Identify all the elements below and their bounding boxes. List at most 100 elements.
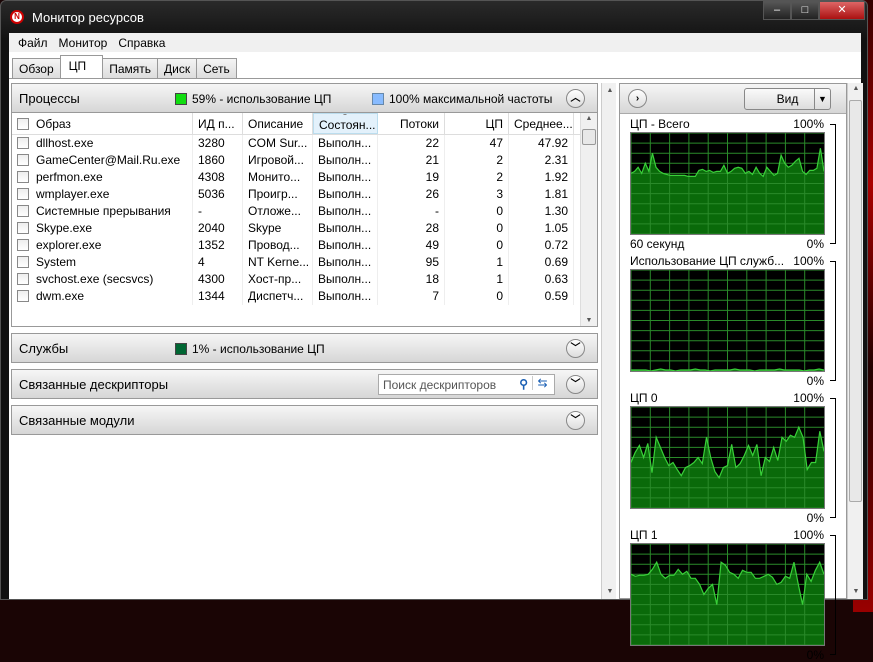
cell-image: System [12,254,193,271]
table-row[interactable]: perfmon.exe 4308 Монито... Выполн... 19 2 1.92 [12,169,597,186]
cell-cpu: 2 [445,152,509,169]
cell-image: dwm.exe [12,288,193,305]
table-row[interactable]: GameCenter@Mail.Ru.exe 1860 Игровой... Выпо… [12,152,597,169]
cell-description: Диспетч... [243,288,313,305]
cell-threads: 18 [378,271,445,288]
menu-bar: Файл Монитор Справка [9,33,861,52]
cell-average-cpu: 47.92 [509,135,574,152]
services-cpu-usage: 1% - использование ЦП [192,342,325,356]
services-section-header[interactable]: Службы 1% - использование ЦП ﹀ [11,333,598,363]
cell-pid: 1860 [193,152,243,169]
graph-bracket [830,535,836,655]
cell-pid: 1352 [193,237,243,254]
max-frequency-legend-icon [372,93,384,105]
toggle-graphs-button[interactable]: › [628,89,647,108]
tab-disk[interactable]: Диск [156,58,198,78]
column-cpu[interactable]: ЦП [445,113,509,134]
expand-handles-button[interactable]: ﹀ [566,375,585,394]
handles-section-header[interactable]: Связанные дескрипторы Поиск дескрипторов… [11,369,598,399]
menu-monitor[interactable]: Монитор [54,33,114,52]
cell-image: explorer.exe [12,237,193,254]
column-image[interactable]: Образ [12,113,193,134]
search-icon[interactable]: ⚲ [519,377,528,391]
left-pane-scrollbar[interactable]: ▲ ▼ [601,83,616,599]
view-dropdown[interactable]: Вид ▼ [744,88,831,110]
cell-description: Провод... [243,237,313,254]
menu-file[interactable]: Файл [13,33,54,52]
cell-description: Монито... [243,169,313,186]
processes-section-header[interactable]: Процессы 59% - использование ЦП 100% мак… [11,83,598,113]
tab-network[interactable]: Сеть [196,58,237,78]
table-row[interactable]: System 4 NT Kerne... Выполн... 95 1 0.69 [12,254,597,271]
tab-overview[interactable]: Обзор [12,58,61,78]
processes-title: Процессы [19,91,80,106]
close-button[interactable]: ✕ [819,1,865,20]
column-status[interactable]: Состоян... [313,113,378,134]
cell-cpu: 0 [445,220,509,237]
graphs-scrollbar[interactable]: ▲ ▼ [847,83,863,599]
collapse-processes-button[interactable]: ︿ [566,89,585,108]
modules-section-header[interactable]: Связанные модули ﹀ [11,405,598,435]
tab-memory[interactable]: Память [102,58,158,78]
row-checkbox[interactable] [17,137,29,149]
cell-cpu: 1 [445,271,509,288]
graph-plot [630,269,825,372]
maximize-button[interactable]: □ [791,1,819,20]
table-row[interactable]: explorer.exe 1352 Провод... Выполн... 49 0 0.7… [12,237,597,254]
table-row[interactable]: dllhost.exe 3280 COM Sur... Выполн... 22 47 47… [12,135,597,152]
cell-average-cpu: 0.72 [509,237,574,254]
table-row[interactable]: Системные прерывания - Отложе... Выполн... -… [12,203,597,220]
row-checkbox[interactable] [17,188,29,200]
refresh-icon[interactable]: ⇆ [532,376,552,390]
table-row[interactable]: dwm.exe 1344 Диспетч... Выполн... 7 0 0.59 [12,288,597,305]
column-average-cpu[interactable]: Среднее... [509,113,574,134]
expand-services-button[interactable]: ﹀ [566,339,585,358]
tab-cpu[interactable]: ЦП [59,55,104,78]
cell-pid: 5036 [193,186,243,203]
services-title: Службы [19,341,69,356]
cell-threads: 28 [378,220,445,237]
row-checkbox[interactable] [17,222,29,234]
row-checkbox[interactable] [17,154,29,166]
expand-modules-button[interactable]: ﹀ [566,411,585,430]
row-checkbox[interactable] [17,290,29,302]
graph-max: 100% [793,117,824,131]
menu-help[interactable]: Справка [113,33,171,52]
cell-description: Проигр... [243,186,313,203]
select-all-checkbox[interactable] [17,118,29,130]
table-scrollbar[interactable]: ▲ ▼ [580,113,597,326]
cell-image: Skype.exe [12,220,193,237]
cell-average-cpu: 1.81 [509,186,574,203]
cell-status: Выполн... [313,186,378,203]
column-pid[interactable]: ИД п... [193,113,243,134]
row-checkbox[interactable] [17,256,29,268]
column-description[interactable]: Описание [243,113,313,134]
row-checkbox[interactable] [17,239,29,251]
title-bar[interactable]: N Монитор ресурсов – □ ✕ [1,1,867,33]
cell-status: Выполн... [313,220,378,237]
tab-divider [9,78,861,79]
column-threads[interactable]: Потоки [378,113,445,134]
handles-search-input[interactable]: Поиск дескрипторов ⚲ ⇆ [378,374,555,395]
graph-min: 0% [806,511,824,525]
cell-status: Выполн... [313,169,378,186]
processes-table: Образ ИД п... Описание Состоян... Потоки… [11,113,598,327]
row-checkbox[interactable] [17,171,29,183]
row-checkbox[interactable] [17,205,29,217]
table-row[interactable]: wmplayer.exe 5036 Проигр... Выполн... 26 3 1.8… [12,186,597,203]
table-row[interactable]: svchost.exe (secsvcs) 4300 Хост-пр... Выпол… [12,271,597,288]
resource-monitor-window: N Монитор ресурсов – □ ✕ Файл Монитор Сп… [0,0,868,662]
chevron-down-icon: ▼ [814,89,830,109]
cell-description: Отложе... [243,203,313,220]
cpu-graph: ЦП 1 100% 0% [620,525,846,662]
graph-max: 100% [793,391,824,405]
minimize-button[interactable]: – [763,1,791,20]
table-row[interactable]: Skype.exe 2040 Skype Выполн... 28 0 1.05 [12,220,597,237]
graph-bracket [830,261,836,381]
row-checkbox[interactable] [17,273,29,285]
cell-threads: 19 [378,169,445,186]
cell-average-cpu: 1.92 [509,169,574,186]
client-area: Файл Монитор Справка Обзор ЦП Память Дис… [9,33,863,662]
handles-title: Связанные дескрипторы [19,377,169,392]
cell-image: wmplayer.exe [12,186,193,203]
